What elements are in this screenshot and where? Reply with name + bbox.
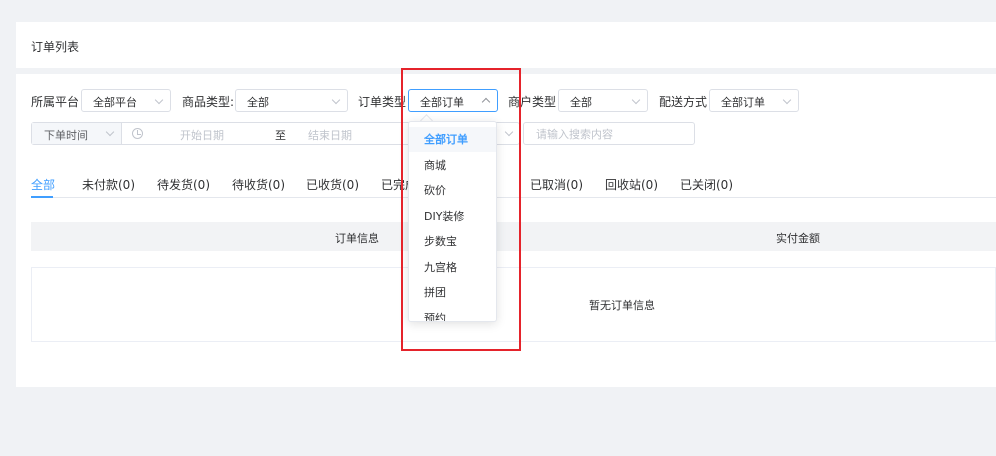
tab-to-ship[interactable]: 待发货(0) [157,176,210,193]
tab-to-receive[interactable]: 待收货(0) [232,176,285,193]
platform-select-value: 全部平台 [93,96,137,109]
date-separator: 至 [275,129,286,142]
tab-all[interactable]: 全部 [31,176,55,193]
search-input[interactable] [536,126,686,142]
merchant-type-select-value: 全部 [570,96,592,109]
tab-cancelled[interactable]: 已取消(0) [530,176,583,193]
date-type-select[interactable]: 下单时间 [32,123,122,144]
order-type-label: 订单类型 [358,95,407,109]
product-type-select-value: 全部 [247,96,269,109]
tab-unpaid[interactable]: 未付款(0) [82,176,135,193]
product-type-select[interactable]: 全部 [235,89,348,112]
platform-select[interactable]: 全部平台 [81,89,171,112]
tab-recycle-bin[interactable]: 回收站(0) [605,176,658,193]
tab-closed[interactable]: 已关闭(0) [680,176,733,193]
delivery-select-value: 全部订单 [721,96,765,109]
chevron-down-icon [782,95,792,105]
clock-icon [132,128,143,139]
product-type-label: 商品类型: [182,95,235,109]
column-order-info: 订单信息 [335,232,379,245]
date-type-value: 下单时间 [44,129,88,142]
active-tab-indicator [31,196,53,198]
delivery-label: 配送方式 [659,95,708,109]
empty-message: 暂无订单信息 [589,299,655,312]
page-title: 订单列表 [31,40,80,54]
header-panel: 订单列表 [16,22,996,68]
chevron-down-icon [631,95,641,105]
annotation-highlight-box [401,68,521,351]
chevron-down-icon [154,95,164,105]
delivery-select[interactable]: 全部订单 [709,89,799,112]
platform-label: 所属平台 [31,95,80,109]
chevron-down-icon [331,95,341,105]
start-date-input[interactable]: 开始日期 [180,127,224,143]
end-date-input[interactable]: 结束日期 [308,127,352,143]
chevron-down-icon [105,127,115,137]
search-box [523,122,695,145]
tab-received[interactable]: 已收货(0) [306,176,359,193]
merchant-type-select[interactable]: 全部 [558,89,648,112]
column-paid-amount: 实付金额 [776,232,820,245]
